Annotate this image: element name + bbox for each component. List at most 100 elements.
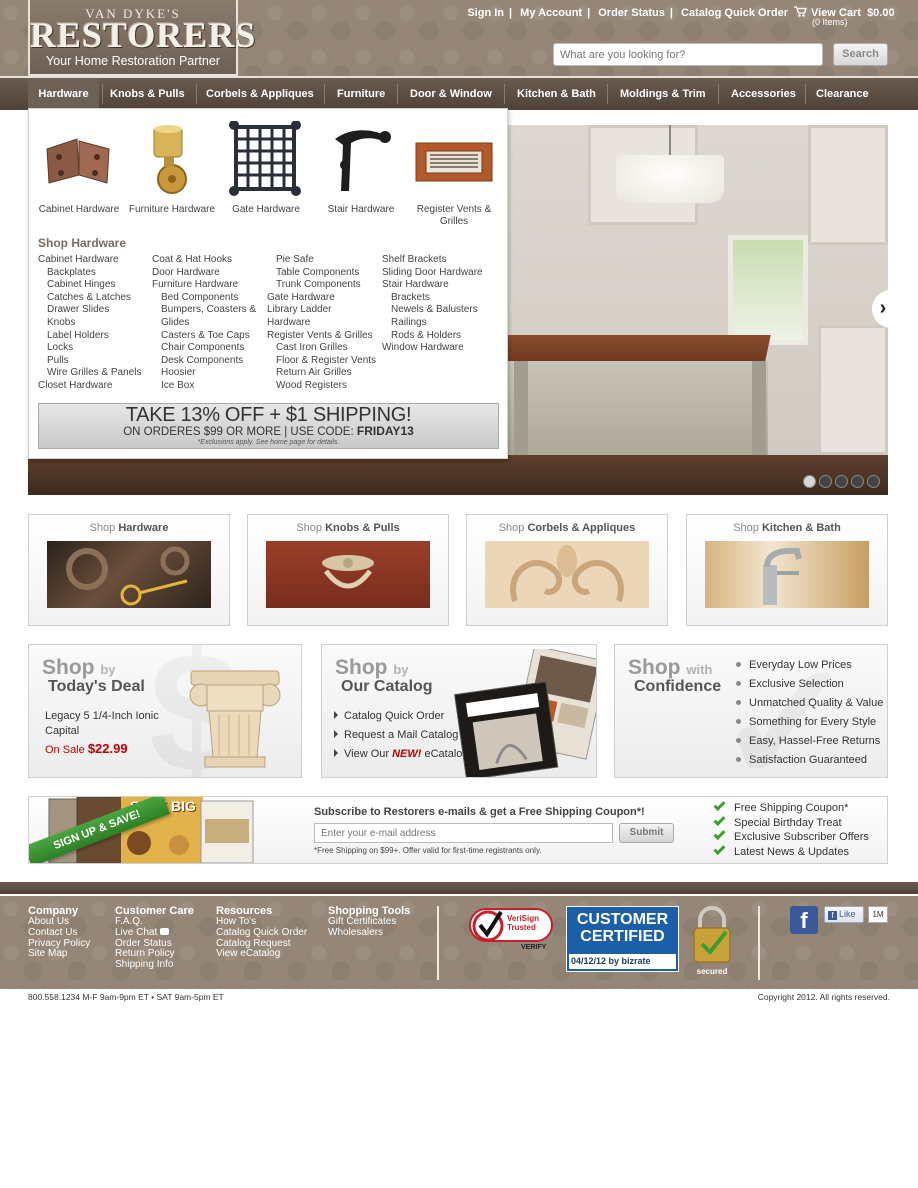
facebook-like-button[interactable]: f Like bbox=[824, 906, 864, 923]
dropdown-link[interactable]: Knobs bbox=[38, 317, 141, 330]
dropdown-link[interactable]: Rods & Holders bbox=[382, 330, 483, 343]
dropdown-link[interactable]: Door Hardware bbox=[152, 267, 256, 280]
catalog-quick-order-link[interactable]: Catalog Quick Order bbox=[681, 7, 788, 19]
nav-kitchen-bath[interactable]: Kitchen & Bath bbox=[517, 78, 596, 110]
view-ecatalog-link[interactable]: View Our NEW! eCatalog bbox=[334, 745, 469, 764]
dropdown-link[interactable]: Drawer Slides bbox=[38, 304, 141, 317]
dropdown-link[interactable]: Chair Components bbox=[152, 342, 256, 355]
dropdown-link[interactable]: Desk Components bbox=[152, 355, 256, 368]
dropdown-link[interactable]: Closet Hardware bbox=[38, 380, 141, 393]
bullet-icon bbox=[736, 737, 741, 743]
subscribe-submit-button[interactable]: Submit bbox=[619, 823, 674, 843]
slide-dot[interactable] bbox=[867, 475, 880, 488]
dropdown-link[interactable]: Return Air Grilles bbox=[267, 367, 376, 380]
dropdown-link[interactable]: Pie Safe bbox=[267, 254, 376, 267]
tile-furniture-hardware[interactable]: Furniture Hardware bbox=[127, 121, 217, 216]
footer-link[interactable]: Site Map bbox=[28, 948, 90, 960]
nav-knobs-pulls[interactable]: Knobs & Pulls bbox=[110, 78, 185, 110]
nav-furniture[interactable]: Furniture bbox=[337, 78, 385, 110]
tile-gate-hardware[interactable]: Gate Hardware bbox=[221, 120, 311, 216]
request-mail-catalog-link[interactable]: Request a Mail Catalog bbox=[334, 726, 469, 745]
dropdown-link[interactable]: Register Vents & Grilles bbox=[267, 330, 376, 343]
copyright: Copyright 2012. All rights reserved. bbox=[757, 992, 890, 1002]
category-prefix: Shop bbox=[296, 522, 323, 534]
dropdown-link[interactable]: Casters & Toe Caps bbox=[152, 330, 256, 343]
slide-dot[interactable] bbox=[819, 475, 832, 488]
dropdown-link[interactable]: Floor & Register Vents bbox=[267, 355, 376, 368]
todays-deal-box[interactable]: $ Shop by Today's Deal Legacy 5 1/4-Inch… bbox=[28, 644, 302, 778]
dropdown-link[interactable]: Ice Box bbox=[152, 380, 256, 393]
search-button[interactable]: Search bbox=[833, 43, 888, 66]
dropdown-link[interactable]: Stair Hardware bbox=[382, 279, 483, 292]
nav-accessories[interactable]: Accessories bbox=[731, 78, 796, 110]
dropdown-link[interactable]: Glides bbox=[152, 317, 256, 330]
tile-cabinet-hardware[interactable]: Cabinet Hardware bbox=[34, 121, 124, 216]
footer-link[interactable]: Shipping Info bbox=[115, 959, 194, 971]
dropdown-link[interactable]: Railings bbox=[382, 317, 483, 330]
dropdown-link[interactable]: Locks bbox=[38, 342, 141, 355]
category-corbels-appliques[interactable]: Shop Corbels & Appliques bbox=[466, 514, 668, 626]
dropdown-link[interactable]: Cabinet Hardware bbox=[38, 254, 141, 267]
dropdown-link[interactable]: Cabinet Hinges bbox=[38, 279, 141, 292]
customer-label: CUSTOMER bbox=[576, 911, 669, 928]
footer-link[interactable]: View eCatalog bbox=[216, 948, 307, 960]
view-cart-link[interactable]: View Cart $0.00 (0 Items) bbox=[794, 6, 895, 27]
category-knobs-pulls[interactable]: Shop Knobs & Pulls bbox=[247, 514, 449, 626]
category-kitchen-bath[interactable]: Shop Kitchen & Bath bbox=[686, 514, 888, 626]
dropdown-link[interactable]: Backplates bbox=[38, 267, 141, 280]
dropdown-link[interactable]: Pulls bbox=[38, 355, 141, 368]
bizrate-certified-badge[interactable]: CUSTOMER CERTIFIED 04/12/12 by bizrate bbox=[566, 906, 679, 972]
tile-label: Furniture Hardware bbox=[128, 204, 216, 215]
slide-dot[interactable] bbox=[803, 475, 816, 488]
bullet-icon bbox=[736, 718, 741, 724]
checkmark-icon bbox=[713, 842, 726, 855]
dropdown-link[interactable]: Table Components bbox=[267, 267, 376, 280]
secured-badge[interactable]: secured bbox=[690, 904, 734, 976]
nav-hardware[interactable]: Hardware bbox=[28, 78, 99, 110]
nav-moldings-trim[interactable]: Moldings & Trim bbox=[620, 78, 706, 110]
register-vent-image bbox=[414, 121, 494, 197]
dropdown-link[interactable]: Trunk Components bbox=[267, 279, 376, 292]
dropdown-link[interactable]: Sliding Door Hardware bbox=[382, 267, 483, 280]
slide-dot[interactable] bbox=[851, 475, 864, 488]
facebook-small-icon: f bbox=[828, 911, 837, 920]
dropdown-link[interactable]: Window Hardware bbox=[382, 342, 483, 355]
site-logo[interactable]: VAN DYKE'S RESTORERS Your Home Restorati… bbox=[28, 0, 257, 76]
verisign-trusted-badge[interactable]: VeriSign Trusted VERIFY bbox=[469, 908, 555, 951]
tile-register-vents-grilles[interactable]: Register Vents & Grilles bbox=[409, 121, 499, 228]
dropdown-link[interactable]: Gate Hardware bbox=[267, 292, 376, 305]
email-input[interactable] bbox=[314, 823, 613, 843]
dropdown-link[interactable]: Furniture Hardware bbox=[152, 279, 256, 292]
shop-word: Shop bbox=[335, 656, 388, 679]
category-hardware[interactable]: Shop Hardware bbox=[28, 514, 230, 626]
dropdown-link[interactable]: Newels & Balusters bbox=[382, 304, 483, 317]
footer-link[interactable]: Wholesalers bbox=[328, 927, 410, 939]
dropdown-link[interactable]: Wire Grilles & Panels bbox=[38, 367, 141, 380]
sign-in-link[interactable]: Sign In bbox=[467, 7, 504, 19]
dropdown-link[interactable]: Hardware bbox=[267, 317, 376, 330]
nav-corbels-appliques[interactable]: Corbels & Appliques bbox=[206, 78, 314, 110]
catalog-quick-order-link[interactable]: Catalog Quick Order bbox=[334, 707, 469, 726]
facebook-icon[interactable]: f bbox=[790, 906, 818, 934]
dropdown-link[interactable]: Catches & Latches bbox=[38, 292, 141, 305]
dropdown-link[interactable]: Library Ladder bbox=[267, 304, 376, 317]
trusted-label: Trusted bbox=[507, 923, 536, 932]
tile-stair-hardware[interactable]: Stair Hardware bbox=[316, 121, 406, 216]
dropdown-link[interactable]: Coat & Hat Hooks bbox=[152, 254, 256, 267]
slide-dot[interactable] bbox=[835, 475, 848, 488]
dropdown-link[interactable]: Bumpers, Coasters & bbox=[152, 304, 256, 317]
dropdown-link[interactable]: Cast Iron Grilles bbox=[267, 342, 376, 355]
search-input[interactable] bbox=[553, 43, 823, 66]
dropdown-link[interactable]: Hoosier bbox=[152, 367, 256, 380]
nav-door-window[interactable]: Door & Window bbox=[410, 78, 492, 110]
dropdown-link[interactable]: Shelf Brackets bbox=[382, 254, 483, 267]
dropdown-link[interactable]: Bed Components bbox=[152, 292, 256, 305]
promo-banner[interactable]: TAKE 13% OFF + $1 SHIPPING! ON ORDERES $… bbox=[38, 403, 499, 449]
order-status-link[interactable]: Order Status bbox=[598, 7, 665, 19]
nav-clearance[interactable]: Clearance bbox=[816, 78, 869, 110]
dropdown-link[interactable]: Label Holders bbox=[38, 330, 141, 343]
dropdown-link[interactable]: Brackets bbox=[382, 292, 483, 305]
logo-brand: RESTORERS bbox=[30, 15, 257, 55]
my-account-link[interactable]: My Account bbox=[520, 7, 582, 19]
dropdown-link[interactable]: Wood Registers bbox=[267, 380, 376, 393]
